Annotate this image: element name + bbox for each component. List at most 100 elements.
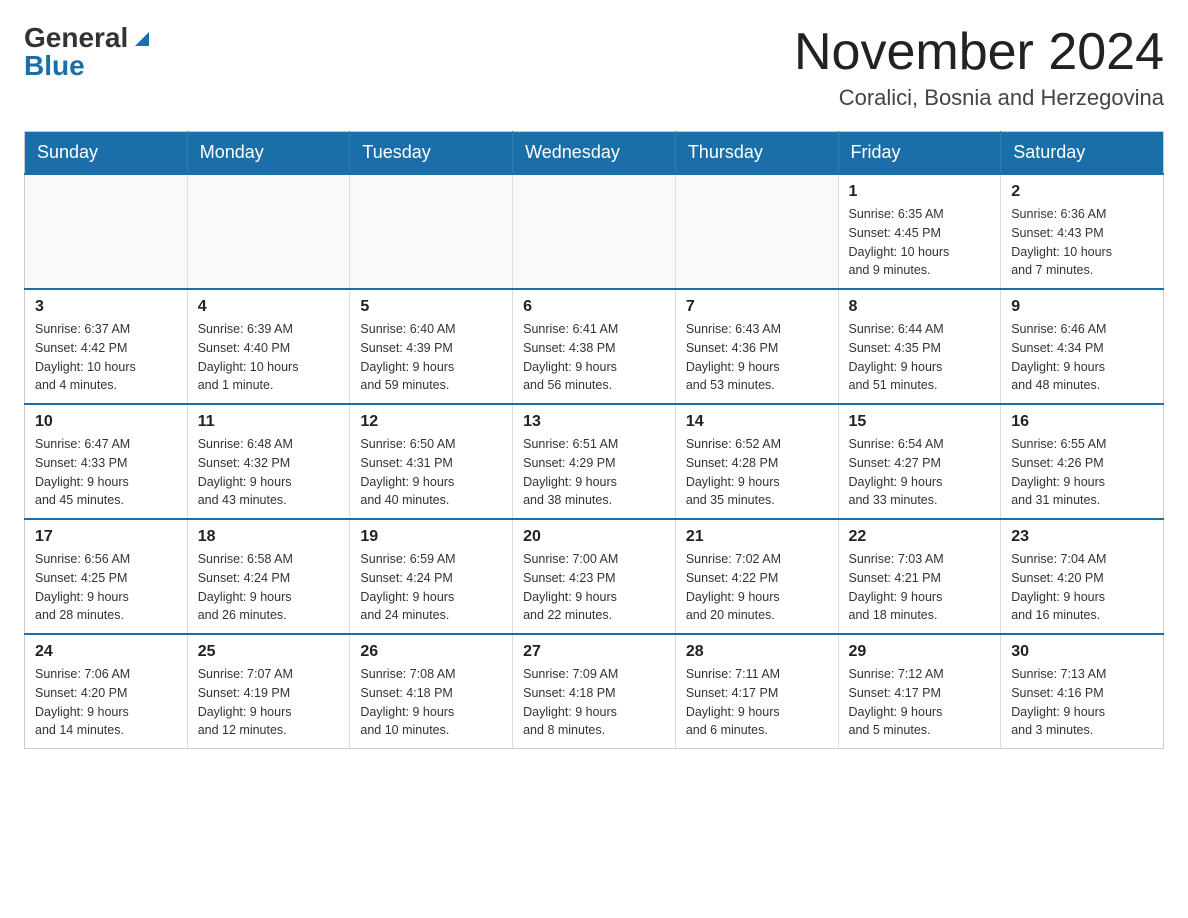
day-number: 4	[198, 298, 340, 316]
day-number: 20	[523, 528, 665, 546]
calendar-cell: 5 Sunrise: 6:40 AM Sunset: 4:39 PM Daylig…	[350, 289, 513, 404]
day-info: Sunrise: 6:56 AM Sunset: 4:25 PM Dayligh…	[35, 550, 177, 625]
calendar-header-saturday: Saturday	[1001, 132, 1164, 175]
day-info: Sunrise: 7:04 AM Sunset: 4:20 PM Dayligh…	[1011, 550, 1153, 625]
day-number: 24	[35, 643, 177, 661]
day-number: 27	[523, 643, 665, 661]
calendar-cell: 19 Sunrise: 6:59 AM Sunset: 4:24 PM Dayli…	[350, 519, 513, 634]
day-info: Sunrise: 6:55 AM Sunset: 4:26 PM Dayligh…	[1011, 435, 1153, 510]
day-info: Sunrise: 6:54 AM Sunset: 4:27 PM Dayligh…	[849, 435, 991, 510]
calendar-cell: 1 Sunrise: 6:35 AM Sunset: 4:45 PM Daylig…	[838, 174, 1001, 289]
calendar-cell: 24 Sunrise: 7:06 AM Sunset: 4:20 PM Dayli…	[25, 634, 188, 749]
month-title: November 2024	[794, 24, 1164, 81]
day-info: Sunrise: 7:11 AM Sunset: 4:17 PM Dayligh…	[686, 665, 828, 740]
calendar-cell: 3 Sunrise: 6:37 AM Sunset: 4:42 PM Daylig…	[25, 289, 188, 404]
day-info: Sunrise: 6:46 AM Sunset: 4:34 PM Dayligh…	[1011, 320, 1153, 395]
calendar-cell: 26 Sunrise: 7:08 AM Sunset: 4:18 PM Dayli…	[350, 634, 513, 749]
calendar-cell: 2Sunrise: 6:36 AM Sunset: 4:43 PM Daylig…	[1001, 174, 1164, 289]
logo-blue: Blue	[24, 52, 85, 80]
calendar-cell: 16 Sunrise: 6:55 AM Sunset: 4:26 PM Dayli…	[1001, 404, 1164, 519]
calendar-cell: 18 Sunrise: 6:58 AM Sunset: 4:24 PM Dayli…	[187, 519, 350, 634]
calendar-cell	[25, 174, 188, 289]
day-number: 18	[198, 528, 340, 546]
day-info: Sunrise: 6:39 AM Sunset: 4:40 PM Dayligh…	[198, 320, 340, 395]
day-info: Sunrise: 6:59 AM Sunset: 4:24 PM Dayligh…	[360, 550, 502, 625]
location-title: Coralici, Bosnia and Herzegovina	[794, 85, 1164, 111]
day-number: 3	[35, 298, 177, 316]
day-number: 10	[35, 413, 177, 431]
day-number: 9	[1011, 298, 1153, 316]
day-number: 8	[849, 298, 991, 316]
logo: General Blue	[24, 24, 153, 80]
day-info: Sunrise: 7:12 AM Sunset: 4:17 PM Dayligh…	[849, 665, 991, 740]
calendar-cell: 29 Sunrise: 7:12 AM Sunset: 4:17 PM Dayli…	[838, 634, 1001, 749]
day-number: 28	[686, 643, 828, 661]
logo-triangle-icon	[131, 28, 153, 50]
calendar-header-tuesday: Tuesday	[350, 132, 513, 175]
calendar-cell: 8Sunrise: 6:44 AM Sunset: 4:35 PM Daylig…	[838, 289, 1001, 404]
day-info: Sunrise: 6:35 AM Sunset: 4:45 PM Dayligh…	[849, 205, 991, 280]
day-number: 16	[1011, 413, 1153, 431]
calendar-cell: 11Sunrise: 6:48 AM Sunset: 4:32 PM Dayli…	[187, 404, 350, 519]
calendar-cell	[513, 174, 676, 289]
calendar-header-monday: Monday	[187, 132, 350, 175]
calendar-week-row: 3 Sunrise: 6:37 AM Sunset: 4:42 PM Daylig…	[25, 289, 1164, 404]
day-number: 7	[686, 298, 828, 316]
day-number: 30	[1011, 643, 1153, 661]
day-info: Sunrise: 6:37 AM Sunset: 4:42 PM Dayligh…	[35, 320, 177, 395]
calendar-cell: 22 Sunrise: 7:03 AM Sunset: 4:21 PM Dayli…	[838, 519, 1001, 634]
calendar-week-row: 24 Sunrise: 7:06 AM Sunset: 4:20 PM Dayli…	[25, 634, 1164, 749]
calendar-cell: 14 Sunrise: 6:52 AM Sunset: 4:28 PM Dayli…	[675, 404, 838, 519]
calendar-cell: 12 Sunrise: 6:50 AM Sunset: 4:31 PM Dayli…	[350, 404, 513, 519]
day-info: Sunrise: 7:00 AM Sunset: 4:23 PM Dayligh…	[523, 550, 665, 625]
calendar-week-row: 10 Sunrise: 6:47 AM Sunset: 4:33 PM Dayli…	[25, 404, 1164, 519]
day-info: Sunrise: 7:13 AM Sunset: 4:16 PM Dayligh…	[1011, 665, 1153, 740]
day-info: Sunrise: 6:52 AM Sunset: 4:28 PM Dayligh…	[686, 435, 828, 510]
day-number: 23	[1011, 528, 1153, 546]
calendar-cell	[187, 174, 350, 289]
calendar-cell: 7 Sunrise: 6:43 AM Sunset: 4:36 PM Daylig…	[675, 289, 838, 404]
day-number: 5	[360, 298, 502, 316]
day-info: Sunrise: 7:06 AM Sunset: 4:20 PM Dayligh…	[35, 665, 177, 740]
day-info: Sunrise: 6:58 AM Sunset: 4:24 PM Dayligh…	[198, 550, 340, 625]
calendar-table: SundayMondayTuesdayWednesdayThursdayFrid…	[24, 131, 1164, 749]
day-number: 19	[360, 528, 502, 546]
day-number: 17	[35, 528, 177, 546]
day-number: 2	[1011, 183, 1153, 201]
day-info: Sunrise: 6:41 AM Sunset: 4:38 PM Dayligh…	[523, 320, 665, 395]
calendar-cell: 21 Sunrise: 7:02 AM Sunset: 4:22 PM Dayli…	[675, 519, 838, 634]
title-area: November 2024 Coralici, Bosnia and Herze…	[794, 24, 1164, 111]
day-number: 13	[523, 413, 665, 431]
day-info: Sunrise: 7:09 AM Sunset: 4:18 PM Dayligh…	[523, 665, 665, 740]
calendar-header-sunday: Sunday	[25, 132, 188, 175]
logo-general: General	[24, 24, 128, 52]
day-number: 15	[849, 413, 991, 431]
day-number: 14	[686, 413, 828, 431]
day-info: Sunrise: 6:51 AM Sunset: 4:29 PM Dayligh…	[523, 435, 665, 510]
calendar-cell: 23 Sunrise: 7:04 AM Sunset: 4:20 PM Dayli…	[1001, 519, 1164, 634]
calendar-cell: 6 Sunrise: 6:41 AM Sunset: 4:38 PM Daylig…	[513, 289, 676, 404]
day-info: Sunrise: 7:08 AM Sunset: 4:18 PM Dayligh…	[360, 665, 502, 740]
day-number: 22	[849, 528, 991, 546]
calendar-header-row: SundayMondayTuesdayWednesdayThursdayFrid…	[25, 132, 1164, 175]
day-number: 6	[523, 298, 665, 316]
day-info: Sunrise: 6:50 AM Sunset: 4:31 PM Dayligh…	[360, 435, 502, 510]
calendar-cell: 20 Sunrise: 7:00 AM Sunset: 4:23 PM Dayli…	[513, 519, 676, 634]
calendar-header-thursday: Thursday	[675, 132, 838, 175]
day-number: 21	[686, 528, 828, 546]
calendar-cell: 9 Sunrise: 6:46 AM Sunset: 4:34 PM Daylig…	[1001, 289, 1164, 404]
calendar-cell: 15 Sunrise: 6:54 AM Sunset: 4:27 PM Dayli…	[838, 404, 1001, 519]
day-number: 1	[849, 183, 991, 201]
calendar-cell: 30 Sunrise: 7:13 AM Sunset: 4:16 PM Dayli…	[1001, 634, 1164, 749]
day-number: 26	[360, 643, 502, 661]
day-info: Sunrise: 7:07 AM Sunset: 4:19 PM Dayligh…	[198, 665, 340, 740]
day-info: Sunrise: 6:40 AM Sunset: 4:39 PM Dayligh…	[360, 320, 502, 395]
day-info: Sunrise: 6:43 AM Sunset: 4:36 PM Dayligh…	[686, 320, 828, 395]
calendar-cell: 25Sunrise: 7:07 AM Sunset: 4:19 PM Dayli…	[187, 634, 350, 749]
day-info: Sunrise: 7:03 AM Sunset: 4:21 PM Dayligh…	[849, 550, 991, 625]
day-info: Sunrise: 6:47 AM Sunset: 4:33 PM Dayligh…	[35, 435, 177, 510]
calendar-cell: 4 Sunrise: 6:39 AM Sunset: 4:40 PM Daylig…	[187, 289, 350, 404]
day-number: 29	[849, 643, 991, 661]
day-number: 12	[360, 413, 502, 431]
day-info: Sunrise: 7:02 AM Sunset: 4:22 PM Dayligh…	[686, 550, 828, 625]
